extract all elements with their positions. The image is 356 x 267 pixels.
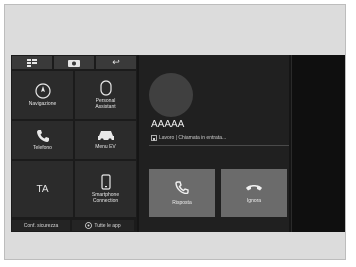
tile-telefono[interactable]: Telefono <box>12 121 73 159</box>
assistant-icon <box>99 80 112 96</box>
tile-smartphone-connection-label: Smartphone Connection <box>91 192 120 204</box>
caller-avatar <box>149 73 193 117</box>
caller-name: AAAAA <box>151 119 185 130</box>
right-panel <box>291 55 345 232</box>
tile-navigazione[interactable]: Navigazione <box>12 71 73 119</box>
tile-telefono-label: Telefono <box>33 145 52 151</box>
smartphone-icon <box>100 174 111 190</box>
tile-navigazione-label: Navigazione <box>28 101 57 107</box>
tile-ta[interactable]: TA <box>12 161 73 217</box>
decline-button[interactable]: Ignora <box>221 169 287 217</box>
bottom-bar: Conf. sicurezza Tutte le app <box>11 219 137 232</box>
menu-list-icon <box>27 58 37 67</box>
tile-smartphone-connection[interactable]: Smartphone Connection <box>75 161 136 217</box>
phone-icon <box>36 130 49 142</box>
infotainment-screen: ↩ Navigazione Personal Assistant Telefon… <box>11 55 345 232</box>
apps-icon <box>85 222 93 229</box>
ev-car-icon <box>97 131 114 142</box>
compass-icon <box>34 83 51 99</box>
camera-button[interactable] <box>54 56 94 69</box>
tile-personal-assistant[interactable]: Personal Assistant <box>75 71 136 119</box>
tile-menu-ev-label: Menu EV <box>95 144 116 150</box>
tile-menu-ev[interactable]: Menu EV <box>75 121 136 159</box>
home-panel: ↩ Navigazione Personal Assistant Telefon… <box>11 55 137 232</box>
camera-icon <box>68 59 80 67</box>
answer-button[interactable]: Risposta <box>149 169 215 217</box>
back-icon: ↩ <box>112 57 120 67</box>
incoming-call-panel: AAAAA Lavoro | Chiamata in entrata... Ri… <box>139 55 289 232</box>
caller-status-text: Lavoro | Chiamata in entrata... <box>159 135 227 141</box>
back-button[interactable]: ↩ <box>96 56 136 69</box>
all-apps-label: Tutte le app <box>94 222 121 229</box>
safety-settings-button[interactable]: Conf. sicurezza <box>12 220 70 231</box>
hangup-phone-icon <box>246 185 262 191</box>
caller-divider <box>149 145 289 146</box>
top-bar: ↩ <box>11 55 137 70</box>
safety-settings-label: Conf. sicurezza <box>23 222 59 229</box>
all-apps-button[interactable]: Tutte le app <box>72 220 134 231</box>
answer-phone-icon <box>175 181 189 194</box>
menu-list-button[interactable] <box>12 56 52 69</box>
tile-ta-label: TA <box>36 183 49 195</box>
decline-label: Ignora <box>246 198 262 204</box>
work-building-icon <box>151 135 157 141</box>
tile-personal-assistant-label: Personal Assistant <box>95 98 116 110</box>
caller-status: Lavoro | Chiamata in entrata... <box>151 135 226 141</box>
answer-label: Risposta <box>172 200 192 206</box>
